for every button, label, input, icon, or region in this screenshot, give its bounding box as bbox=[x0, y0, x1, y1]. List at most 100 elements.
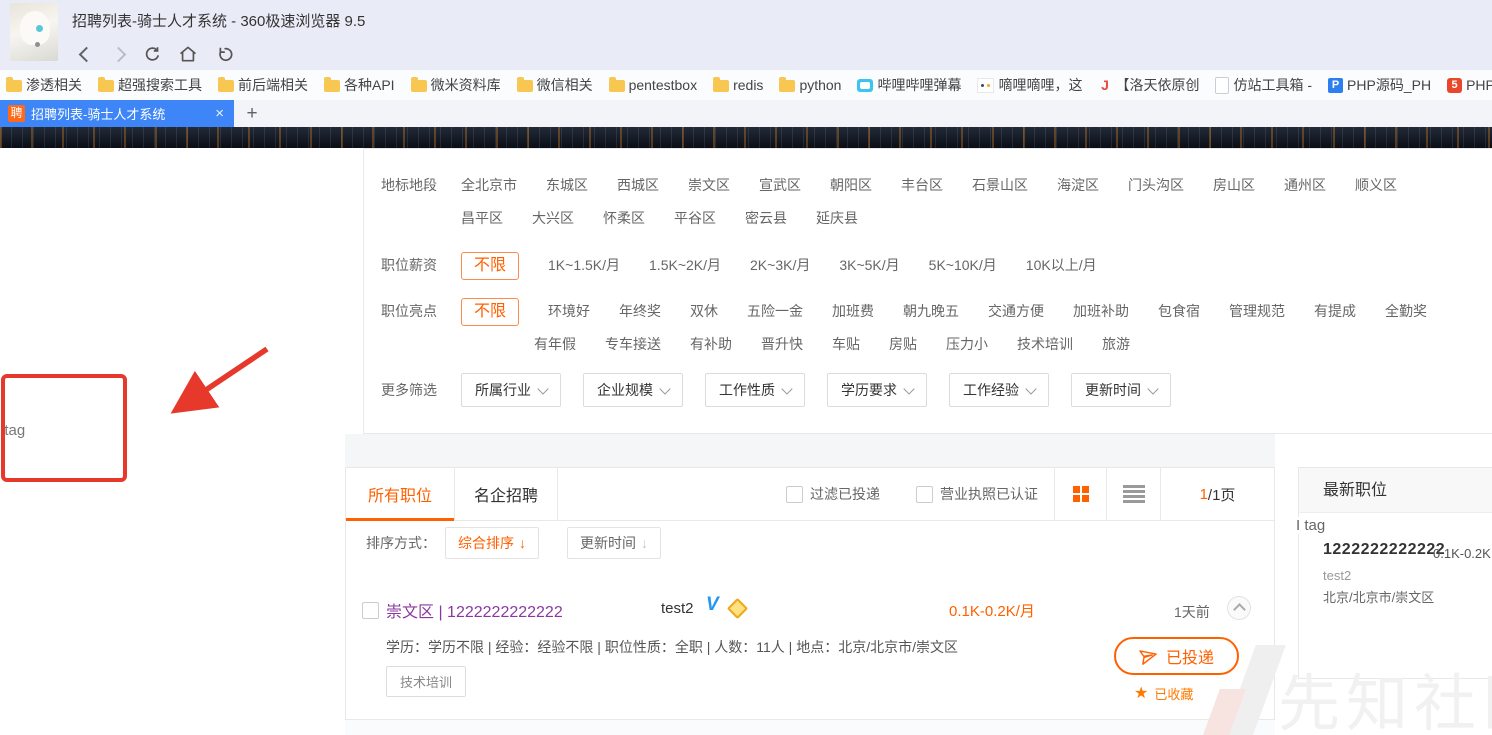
filter-option[interactable]: 专车接送 bbox=[605, 328, 661, 361]
bookmark-item[interactable]: 超强搜索工具 bbox=[98, 75, 202, 95]
filter-option[interactable]: 东城区 bbox=[546, 169, 588, 202]
back-button[interactable] bbox=[74, 42, 98, 66]
bookmark-item[interactable]: PHP源码_PH bbox=[1328, 75, 1431, 95]
filter-option[interactable]: 宣武区 bbox=[759, 169, 801, 202]
filter-option[interactable]: 平谷区 bbox=[674, 202, 716, 235]
bookmark-item[interactable]: 仿站工具箱 - bbox=[1215, 75, 1312, 95]
filter-option[interactable]: 顺义区 bbox=[1355, 169, 1397, 202]
filter-dropdown[interactable]: 所属行业 bbox=[461, 373, 561, 407]
filter-option[interactable]: 房山区 bbox=[1213, 169, 1255, 202]
job-title-link[interactable]: 崇文区 | 1222222222222 bbox=[386, 598, 563, 622]
tab-famous-companies[interactable]: 名企招聘 bbox=[454, 468, 558, 520]
filter-option[interactable]: 管理规范 bbox=[1229, 295, 1285, 328]
filter-option[interactable]: 崇文区 bbox=[688, 169, 730, 202]
bookmark-item[interactable]: 【洛天依原创 bbox=[1098, 75, 1199, 95]
license-verified-toggle[interactable]: 营业执照已认证 bbox=[916, 484, 1038, 504]
filter-option[interactable]: 旅游 bbox=[1102, 328, 1130, 361]
new-tab-button[interactable]: + bbox=[238, 100, 266, 127]
refresh-button[interactable] bbox=[140, 42, 164, 66]
bookmark-item[interactable]: PHP源 bbox=[1447, 75, 1492, 95]
avatar[interactable] bbox=[10, 3, 58, 61]
filter-option[interactable]: 昌平区 bbox=[461, 202, 503, 235]
restore-tab-button[interactable] bbox=[212, 42, 236, 66]
filter-option[interactable]: 通州区 bbox=[1284, 169, 1326, 202]
filter-option[interactable]: 年终奖 bbox=[619, 295, 661, 328]
bookmark-item[interactable]: 各种API bbox=[324, 75, 395, 95]
filter-option[interactable]: 包食宿 bbox=[1158, 295, 1200, 328]
dropdown-label: 更新时间 bbox=[1085, 380, 1141, 400]
forward-button[interactable] bbox=[106, 42, 130, 66]
bookmark-icon bbox=[1215, 77, 1229, 94]
filter-option[interactable]: 怀柔区 bbox=[603, 202, 645, 235]
filter-option[interactable]: 5K~10K/月 bbox=[929, 249, 997, 282]
checkbox[interactable] bbox=[916, 486, 933, 503]
filter-options: 1K~1.5K/月 1.5K~2K/月 2K~3K/月 3K~5K/月 5K~10K/月… bbox=[548, 249, 1097, 282]
filter-option[interactable]: 大兴区 bbox=[532, 202, 574, 235]
filter-option[interactable]: 加班费 bbox=[832, 295, 874, 328]
sort-composite-button[interactable]: 综合排序 bbox=[445, 527, 539, 559]
filter-dropdown[interactable]: 企业规模 bbox=[583, 373, 683, 407]
filter-option[interactable]: 双休 bbox=[690, 295, 718, 328]
list-view-button[interactable] bbox=[1106, 468, 1160, 520]
filter-option[interactable]: 全勤奖 bbox=[1385, 295, 1427, 328]
filter-dropdown[interactable]: 更新时间 bbox=[1071, 373, 1171, 407]
filter-option-selected[interactable]: 不限 bbox=[461, 298, 519, 326]
job-checkbox[interactable] bbox=[362, 602, 379, 619]
filter-option[interactable]: 压力小 bbox=[946, 328, 988, 361]
filter-option[interactable]: 1K~1.5K/月 bbox=[548, 249, 620, 282]
filter-option[interactable]: 房贴 bbox=[889, 328, 917, 361]
bookmark-item[interactable]: redis bbox=[713, 77, 763, 93]
filter-option[interactable]: 1.5K~2K/月 bbox=[649, 249, 721, 282]
filter-option[interactable]: 丰台区 bbox=[901, 169, 943, 202]
sort-update-time-button[interactable]: 更新时间 bbox=[567, 527, 661, 559]
filter-option[interactable]: 海淀区 bbox=[1057, 169, 1099, 202]
filter-dropdown[interactable]: 工作经验 bbox=[949, 373, 1049, 407]
collapse-button[interactable] bbox=[1227, 596, 1251, 620]
bookmark-item[interactable]: 渗透相关 bbox=[6, 75, 82, 95]
grid-view-button[interactable] bbox=[1054, 468, 1106, 520]
filter-dropdown[interactable]: 学历要求 bbox=[827, 373, 927, 407]
tab-all-jobs[interactable]: 所有职位 bbox=[346, 468, 454, 520]
filter-label: 职位亮点 bbox=[381, 295, 461, 328]
checkbox[interactable] bbox=[786, 486, 803, 503]
bookmark-item[interactable]: python bbox=[779, 77, 841, 93]
filter-option[interactable]: 门头沟区 bbox=[1128, 169, 1184, 202]
filter-option[interactable]: 西城区 bbox=[617, 169, 659, 202]
filter-option[interactable]: 朝阳区 bbox=[830, 169, 872, 202]
filter-option[interactable]: 五险一金 bbox=[747, 295, 803, 328]
filter-option[interactable]: 有补助 bbox=[690, 328, 732, 361]
filter-option[interactable]: 交通方便 bbox=[988, 295, 1044, 328]
filter-option[interactable]: 技术培训 bbox=[1017, 328, 1073, 361]
filter-option[interactable]: 3K~5K/月 bbox=[839, 249, 899, 282]
filter-option[interactable]: 密云县 bbox=[745, 202, 787, 235]
bookmark-item[interactable]: 嘀哩嘀哩，这 bbox=[977, 75, 1082, 95]
filter-dropdown[interactable]: 工作性质 bbox=[705, 373, 805, 407]
filter-option[interactable]: 朝九晚五 bbox=[903, 295, 959, 328]
job-company[interactable]: test2 bbox=[661, 600, 694, 617]
filter-option-selected[interactable]: 不限 bbox=[461, 252, 519, 280]
filter-option[interactable]: 有提成 bbox=[1314, 295, 1356, 328]
filter-option[interactable]: 晋升快 bbox=[761, 328, 803, 361]
bookmark-item[interactable]: 哔哩哔哩弹幕 bbox=[857, 75, 961, 95]
favorited-button[interactable]: ★ 已收藏 bbox=[1134, 684, 1193, 703]
bookmark-item[interactable]: 前后端相关 bbox=[218, 75, 308, 95]
filter-option[interactable]: 加班补助 bbox=[1073, 295, 1129, 328]
home-button[interactable] bbox=[176, 42, 200, 66]
filter-option[interactable]: 2K~3K/月 bbox=[750, 249, 810, 282]
filter-applied-toggle[interactable]: 过滤已投递 bbox=[786, 484, 880, 504]
bookmark-item[interactable]: pentestbox bbox=[609, 77, 698, 93]
close-icon[interactable]: × bbox=[211, 105, 234, 122]
annotation-red-arrow bbox=[160, 342, 275, 424]
filter-option[interactable]: 延庆县 bbox=[816, 202, 858, 235]
filter-option[interactable]: 环境好 bbox=[548, 295, 590, 328]
filter-option[interactable]: 10K以上/月 bbox=[1026, 249, 1097, 282]
tab-job-list[interactable]: 聘 招聘列表-骑士人才系统 × bbox=[0, 100, 234, 127]
sidebar-job-title[interactable]: 1222222222222 bbox=[1323, 541, 1445, 559]
filter-option[interactable]: 全北京市 bbox=[461, 169, 517, 202]
filter-option[interactable]: 石景山区 bbox=[972, 169, 1028, 202]
bookmark-item[interactable]: 微米资料库 bbox=[411, 75, 501, 95]
pagination[interactable]: 1 /1页 bbox=[1160, 468, 1274, 520]
filter-option[interactable]: 车贴 bbox=[832, 328, 860, 361]
filter-option[interactable]: 有年假 bbox=[534, 328, 576, 361]
bookmark-item[interactable]: 微信相关 bbox=[517, 75, 593, 95]
